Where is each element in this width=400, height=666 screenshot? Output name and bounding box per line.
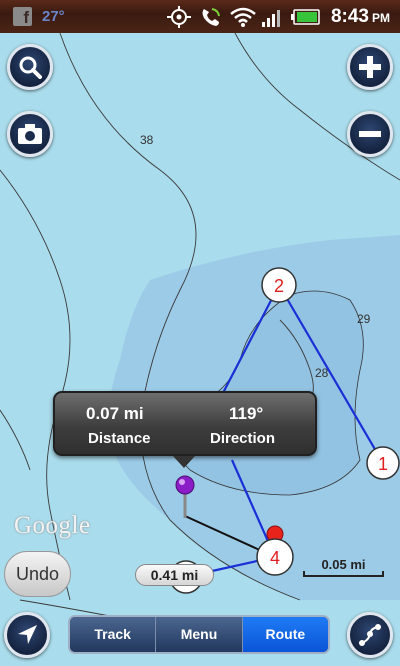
distance-label: Distance <box>88 430 151 447</box>
battery-icon <box>291 9 320 25</box>
temperature: 27° <box>42 8 65 25</box>
route-distance-label: 0.41 mi <box>135 564 214 586</box>
status-bar: f 27° 8:43 PM <box>0 0 400 33</box>
depth-label: 29 <box>357 312 371 326</box>
locate-button[interactable] <box>4 612 50 658</box>
distance-value: 0.07 mi <box>86 404 144 423</box>
navigation-arrow-icon <box>18 625 37 644</box>
camera-button[interactable] <box>7 111 53 157</box>
signal-icon <box>262 10 280 27</box>
scale-bar <box>303 571 384 577</box>
plus-icon <box>359 56 381 78</box>
scale-label: 0.05 mi <box>321 557 366 572</box>
waypoint[interactable]: 1 <box>366 446 400 480</box>
gps-icon <box>167 6 191 28</box>
mode-tabs: Track Menu Route <box>68 615 330 654</box>
map-scale: 0.05 mi <box>303 557 384 577</box>
phone-icon <box>202 8 220 26</box>
clock: 8:43 PM <box>330 6 390 27</box>
tab-track[interactable]: Track <box>70 617 157 652</box>
google-attribution: Google <box>14 512 91 539</box>
undo-button[interactable]: Undo <box>4 551 71 597</box>
camera-icon <box>18 124 42 144</box>
wifi-icon <box>230 7 256 27</box>
search-icon <box>19 56 42 79</box>
bubble-pointer <box>173 456 195 468</box>
svg-text:2: 2 <box>274 276 284 296</box>
measure-info-bubble: 0.07 mi Distance 119° Direction <box>53 391 317 456</box>
route-button[interactable] <box>347 612 393 658</box>
tab-menu[interactable]: Menu <box>156 617 243 652</box>
waypoint[interactable]: 2 <box>261 267 297 303</box>
direction-label: Direction <box>210 430 276 447</box>
minus-icon <box>359 131 381 137</box>
facebook-icon: f <box>13 7 32 27</box>
depth-label: 38 <box>140 133 154 147</box>
zoom-in-button[interactable] <box>347 44 393 90</box>
direction-value: 119° <box>229 404 264 423</box>
waypoint[interactable]: 4 <box>256 538 294 576</box>
search-button[interactable] <box>7 44 53 90</box>
svg-text:4: 4 <box>270 548 280 568</box>
svg-text:1: 1 <box>378 454 388 474</box>
zoom-out-button[interactable] <box>347 111 393 157</box>
route-icon <box>359 624 381 646</box>
tab-route[interactable]: Route <box>242 617 328 652</box>
